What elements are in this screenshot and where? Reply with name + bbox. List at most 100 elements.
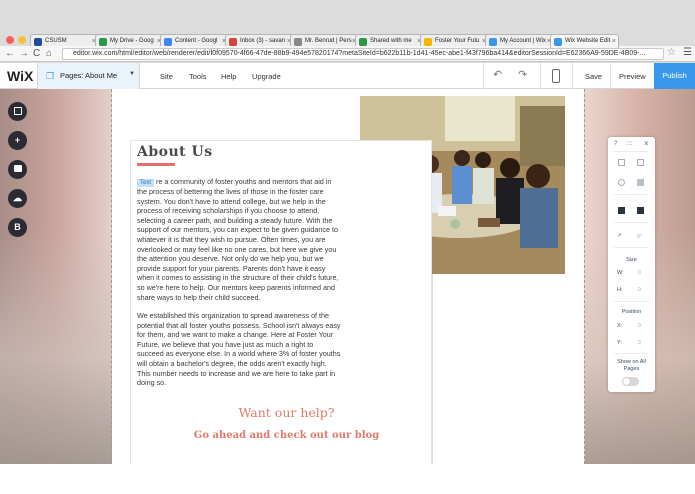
reload-icon[interactable]: C <box>33 47 40 61</box>
tab-label: My Account | Wix <box>500 38 546 44</box>
tab-label: Content - Googl <box>175 38 218 44</box>
duplicate-icon[interactable] <box>618 179 625 186</box>
browser-tab-bar: CSUSM × My Drive - Goog × Content - Googl × In… <box>0 0 695 48</box>
divider <box>572 63 573 89</box>
blog-button[interactable]: B <box>8 218 27 237</box>
tab-label: Mr. Benrud | Pers <box>305 38 352 44</box>
menu-tools[interactable]: Tools <box>189 72 207 81</box>
plus-icon: + <box>14 135 21 145</box>
redo-icon[interactable]: ↷ <box>518 68 527 81</box>
tab-label: Foster Your Futu <box>435 38 480 44</box>
blog-icon: B <box>14 222 21 232</box>
menu-site[interactable]: Site <box>160 72 173 81</box>
bookmark-star-icon[interactable]: ☆ <box>667 47 676 58</box>
cloud-upload-icon: ☁ <box>13 193 22 203</box>
send-backward-icon[interactable] <box>637 207 644 214</box>
menu-upgrade[interactable]: Upgrade <box>252 72 281 81</box>
back-arrow-icon[interactable]: ← <box>5 47 15 61</box>
height-input[interactable]: 0 <box>638 287 641 293</box>
pages-dropdown-label: Pages: About Me <box>60 71 118 80</box>
address-bar-row: ← → C ⌂ editor.wix.com/html/editor/web/r… <box>0 46 695 62</box>
properties-panel: ? :::: × ↗ 0° Size W: 0 H: 0 Position X:… <box>608 137 655 392</box>
divider <box>614 247 649 248</box>
undo-icon[interactable]: ↶ <box>493 68 502 81</box>
background-blur-left <box>0 229 115 464</box>
pages-dropdown[interactable]: ❐ Pages: About Me ▼ <box>37 63 140 89</box>
close-icon[interactable]: × <box>644 139 649 148</box>
tab-favicon-icon <box>164 38 172 46</box>
background-icon <box>13 165 22 173</box>
bottom-blank-area <box>0 464 695 494</box>
divider <box>483 63 484 89</box>
close-window-button[interactable] <box>6 36 14 44</box>
bring-forward-icon[interactable] <box>618 207 625 214</box>
blog-link[interactable]: Go ahead and check out our blog <box>130 430 443 441</box>
x-label: X: <box>617 323 623 329</box>
heading-underline <box>137 163 175 166</box>
tab-favicon-icon <box>99 38 107 46</box>
chevron-down-icon: ▼ <box>129 71 135 77</box>
width-label: W: <box>617 270 624 276</box>
home-icon[interactable]: ⌂ <box>46 47 52 61</box>
trash-icon[interactable] <box>637 179 644 186</box>
divider <box>614 222 649 223</box>
text-edit-tag[interactable]: Text <box>137 179 155 187</box>
width-input[interactable]: 0 <box>638 270 641 276</box>
tab-favicon-icon <box>489 38 497 46</box>
add-button[interactable]: + <box>8 131 27 150</box>
preview-button[interactable]: Preview <box>619 72 646 81</box>
divider <box>614 151 649 152</box>
about-paragraph-1[interactable]: Text re a community of foster youths and … <box>137 177 341 302</box>
tab-label: Wix Website Edit <box>565 38 611 44</box>
tab-favicon-icon <box>554 38 562 46</box>
divider <box>614 353 649 354</box>
angle-value[interactable]: 0° <box>637 234 642 240</box>
show-all-pages-label: Show on All Pages <box>617 359 646 372</box>
y-input[interactable]: 0 <box>638 340 641 346</box>
menu-help[interactable]: Help <box>221 72 236 81</box>
tab-close-icon[interactable]: × <box>612 35 616 48</box>
copy-icon[interactable] <box>618 159 625 166</box>
about-us-heading[interactable]: About Us <box>137 144 213 160</box>
tab-label: My Drive - Goog <box>110 38 154 44</box>
save-button[interactable]: Save <box>585 72 602 81</box>
height-label: H: <box>617 287 623 293</box>
paragraph-1-text: re a community of foster youths and ment… <box>137 177 339 302</box>
y-label: Y: <box>617 340 622 346</box>
position-label: Position <box>621 309 642 315</box>
url-input[interactable]: editor.wix.com/html/editor/web/renderer/… <box>62 48 664 60</box>
divider <box>614 194 649 195</box>
drag-handle-icon[interactable]: :::: <box>626 141 633 147</box>
square-icon <box>13 106 22 115</box>
pages-icon: ❐ <box>46 71 55 81</box>
minimize-window-button[interactable] <box>18 36 26 44</box>
mobile-view-icon[interactable] <box>552 69 560 83</box>
paste-icon[interactable] <box>637 159 644 166</box>
forward-arrow-icon[interactable]: → <box>19 47 29 61</box>
browser-tab[interactable]: Wix Website Edit × <box>550 34 619 48</box>
tab-label: CSUSM <box>45 38 67 44</box>
about-paragraph-2[interactable]: We established this organization to spre… <box>137 311 341 388</box>
upload-button[interactable]: ☁ <box>8 189 27 208</box>
page-gutter-right <box>584 89 585 464</box>
tab-favicon-icon <box>34 38 42 46</box>
divider <box>614 301 649 302</box>
tab-favicon-icon <box>229 38 237 46</box>
wix-logo: WiX <box>7 68 34 84</box>
x-input[interactable]: 0 <box>638 323 641 329</box>
background-button[interactable] <box>8 160 27 179</box>
tab-favicon-icon <box>294 38 302 46</box>
browser-menu-icon[interactable]: ☰ <box>683 47 692 58</box>
show-all-pages-toggle[interactable] <box>622 377 639 386</box>
page-gutter-left <box>111 89 112 464</box>
want-help-heading[interactable]: Want our help? <box>130 405 443 420</box>
wix-top-bar: WiX ❐ Pages: About Me ▼ Site Tools Help … <box>0 63 695 89</box>
divider <box>610 63 611 89</box>
size-label: Size <box>626 257 637 263</box>
add-elements-button[interactable] <box>8 102 27 121</box>
tab-label: Shared with me <box>370 38 412 44</box>
help-icon[interactable]: ? <box>614 141 617 147</box>
publish-button[interactable]: Publish <box>654 63 695 89</box>
rotate-icon[interactable]: ↗ <box>617 233 622 239</box>
tab-favicon-icon <box>424 38 432 46</box>
